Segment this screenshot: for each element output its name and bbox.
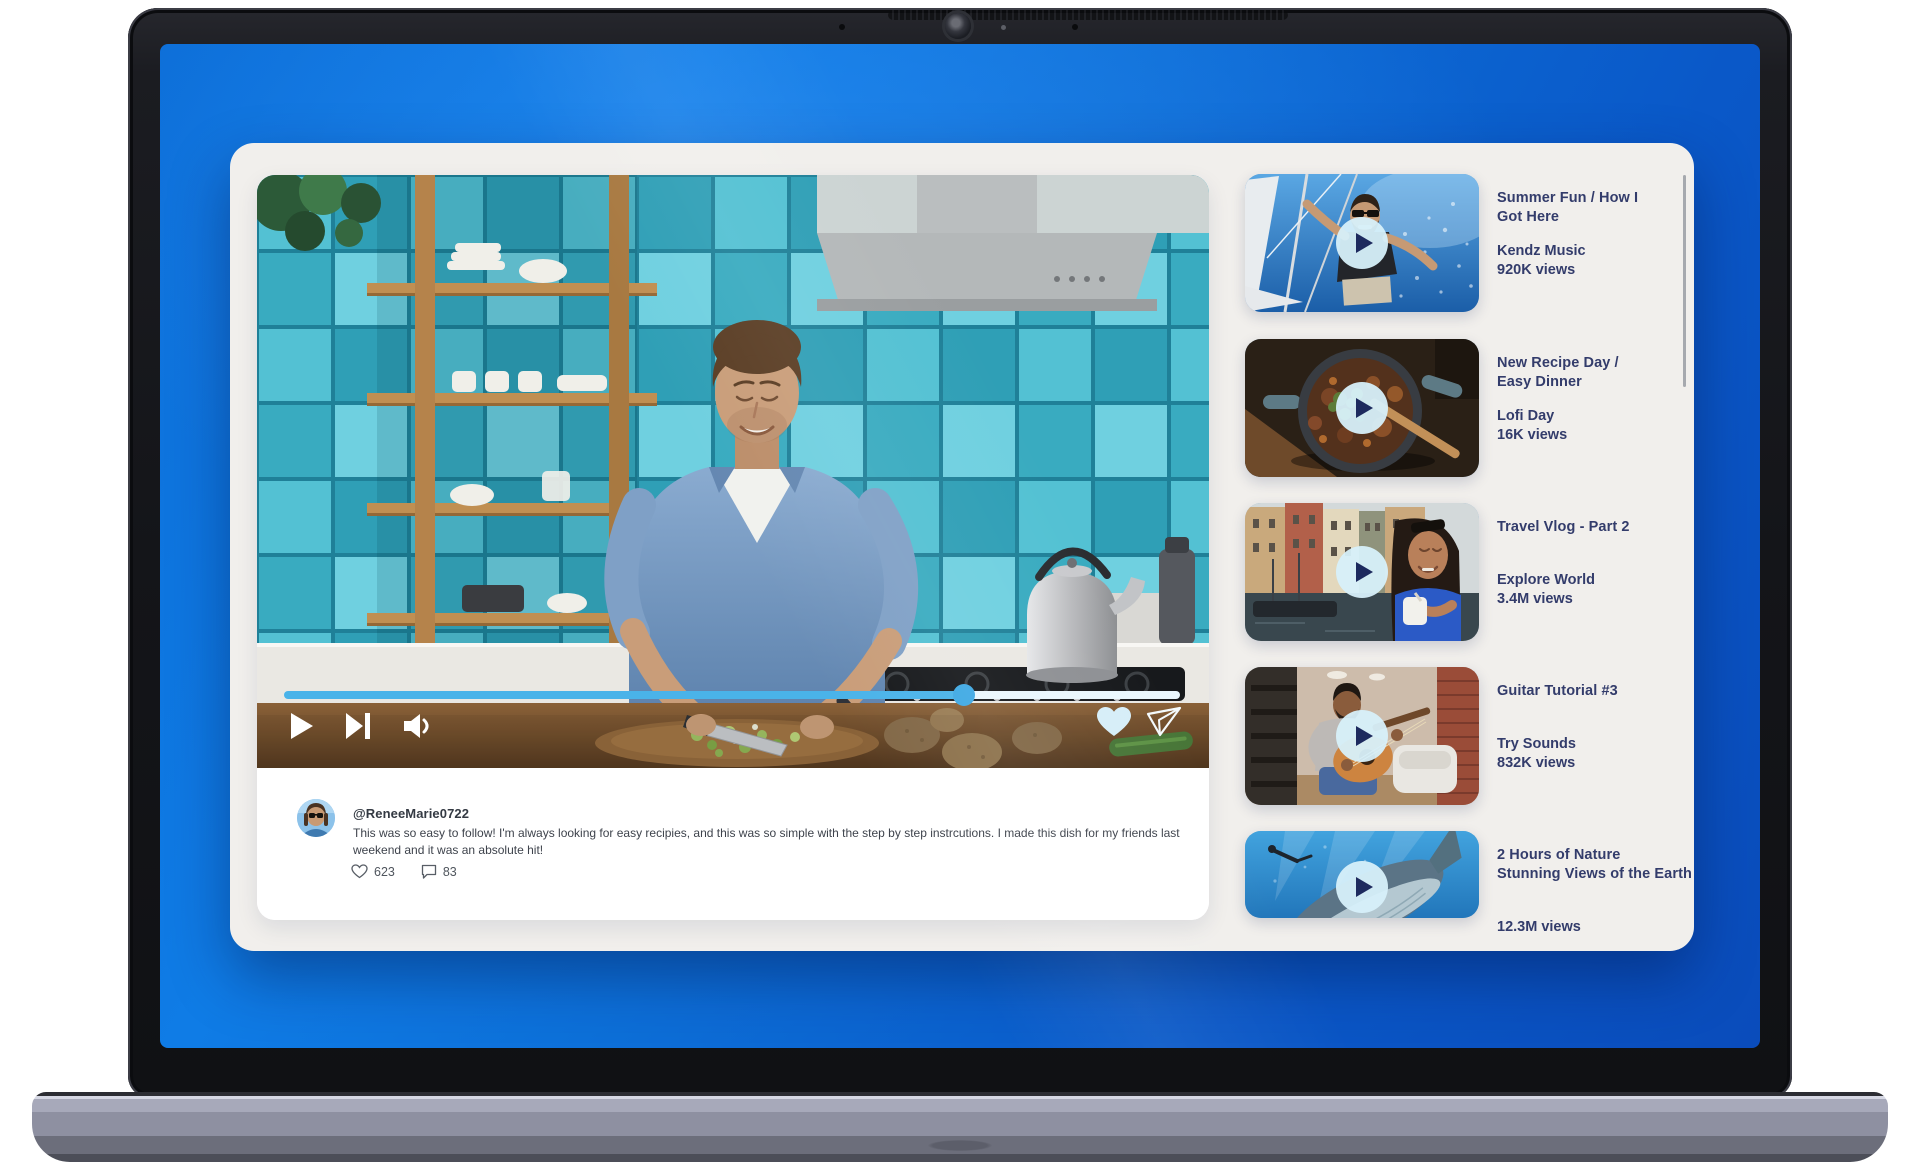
whale-thumbnail-art [1245,831,1479,918]
video-thumbnail[interactable] [1245,503,1479,641]
video-meta: New Recipe Day / Easy Dinner Lofi Day 16K… [1497,354,1699,445]
comment-like-button[interactable]: 623 [351,864,395,879]
play-icon [1356,398,1373,418]
speaker-icon [404,714,429,738]
thumbnail-play-overlay[interactable] [1336,382,1388,434]
commenter-avatar[interactable] [297,799,335,837]
video-views: 3.4M views [1497,591,1573,607]
video-frame-art [257,175,1209,768]
video-title[interactable]: Guitar Tutorial #3 [1497,682,1699,720]
reply-count: 83 [442,864,457,879]
comment-text: This was so easy to follow! I'm always l… [353,826,1180,857]
avatar-art [297,799,335,837]
sidebar-video-item[interactable]: Summer Fun / How I Got Here Kendz Music 9… [1245,174,1685,334]
paper-plane-icon [1146,706,1182,737]
webcam [945,13,971,39]
sidebar-video-item[interactable]: New Recipe Day / Easy Dinner Lofi Day 16K… [1245,339,1685,499]
commenter-username[interactable]: @ReneeMarie0722 [353,806,469,821]
laptop-lid: @ReneeMarie0722 This was so easy to foll… [128,8,1792,1098]
heart-filled-icon [1097,707,1131,736]
progress-handle[interactable] [953,684,975,706]
video-meta: Travel Vlog - Part 2 Explore World 3.4M … [1497,518,1699,609]
laptop-base [32,1092,1888,1162]
video-thumbnail[interactable] [1245,831,1479,918]
next-button[interactable] [341,711,375,741]
play-icon [1356,726,1373,746]
video-views: 832K views [1497,755,1576,771]
sidebar-video-item[interactable]: Guitar Tutorial #3 Try Sounds 832K views [1245,667,1685,827]
video-thumbnail[interactable] [1245,174,1479,312]
video-channel[interactable]: Try Sounds [1497,735,1699,754]
volume-button[interactable] [401,711,435,741]
laptop-lid-notch [928,1140,992,1151]
share-button[interactable] [1146,706,1182,737]
thumbnail-play-overlay[interactable] [1336,861,1388,913]
video-title[interactable]: New Recipe Day / Easy Dinner [1497,354,1699,392]
video-views: 16K views [1497,427,1568,443]
play-icon [291,713,313,739]
video-meta: Guitar Tutorial #3 Try Sounds 832K views [1497,682,1699,773]
progress-bar[interactable] [284,684,1180,706]
video-app-window: @ReneeMarie0722 This was so easy to foll… [230,143,1694,951]
video-player[interactable] [257,175,1209,768]
thumbnail-play-overlay[interactable] [1336,217,1388,269]
like-count: 623 [374,864,395,879]
video-views: 12.3M views [1497,919,1581,935]
video-thumbnail[interactable] [1245,667,1479,805]
boat-thumbnail-art [1245,174,1479,312]
play-icon [1356,562,1373,582]
play-button[interactable] [285,711,319,741]
thumbnail-play-overlay[interactable] [1336,546,1388,598]
video-title[interactable]: 2 Hours of Nature Stunning Views of the E… [1497,846,1699,884]
thumbnail-play-overlay[interactable] [1336,710,1388,762]
video-channel[interactable] [1497,899,1699,918]
comment-reply-button[interactable]: 83 [421,864,457,879]
skip-next-icon [346,713,370,739]
video-title[interactable]: Summer Fun / How I Got Here [1497,189,1699,227]
video-thumbnail[interactable] [1245,339,1479,477]
guitar-thumbnail-art [1245,667,1479,805]
play-icon [1356,877,1373,897]
product-photo-stage: @ReneeMarie0722 This was so easy to foll… [0,0,1920,1172]
heart-outline-icon [351,864,368,879]
video-views: 920K views [1497,262,1576,278]
video-title[interactable]: Travel Vlog - Part 2 [1497,518,1699,556]
play-icon [1356,233,1373,253]
progress-fill [284,691,964,699]
camera-led [1001,25,1006,30]
comment-section: @ReneeMarie0722 This was so easy to foll… [257,768,1209,920]
video-channel[interactable]: Explore World [1497,571,1699,590]
video-meta: 2 Hours of Nature Stunning Views of the E… [1497,846,1699,937]
video-channel[interactable]: Lofi Day [1497,407,1699,426]
comment-counts: 623 83 [351,864,457,879]
speech-bubble-icon [421,864,437,879]
pot-thumbnail-art [1245,339,1479,477]
sidebar-video-item[interactable]: Travel Vlog - Part 2 Explore World 3.4M … [1245,503,1685,663]
video-card: @ReneeMarie0722 This was so easy to foll… [257,175,1209,920]
sidebar-scrollbar[interactable] [1683,175,1686,387]
like-button[interactable] [1097,707,1131,737]
travel-thumbnail-art [1245,503,1479,641]
desktop-wallpaper: @ReneeMarie0722 This was so easy to foll… [160,44,1760,1048]
video-meta: Summer Fun / How I Got Here Kendz Music 9… [1497,189,1699,280]
microphone-dot [1072,24,1078,30]
microphone-dot [839,24,845,30]
video-channel[interactable]: Kendz Music [1497,242,1699,261]
sidebar-video-item[interactable]: 2 Hours of Nature Stunning Views of the E… [1245,831,1692,991]
